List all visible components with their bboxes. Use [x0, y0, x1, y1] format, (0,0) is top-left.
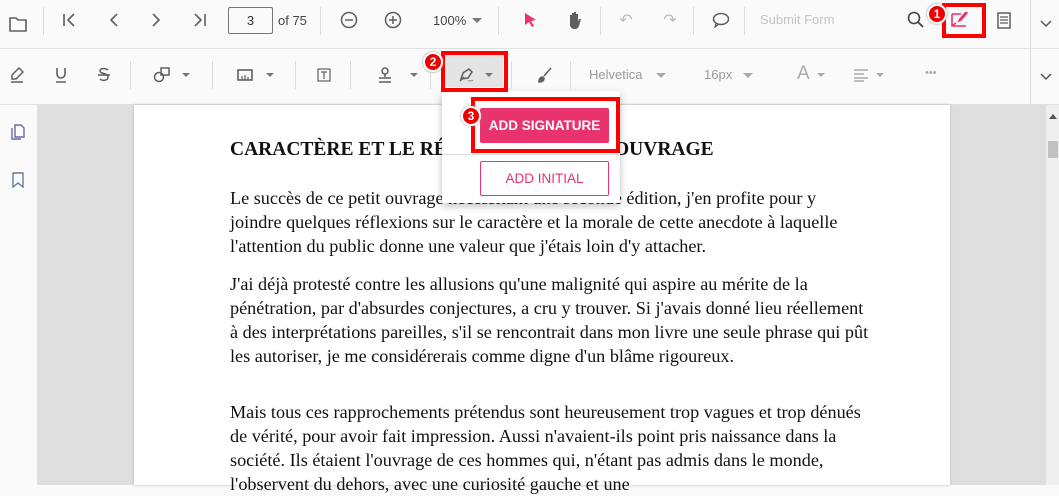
- divider: [43, 7, 44, 35]
- divider: [498, 7, 499, 35]
- vertical-scrollbar[interactable]: [1046, 105, 1059, 485]
- search-icon[interactable]: [904, 8, 928, 32]
- callout-box-3: [471, 97, 620, 153]
- strikethrough-icon[interactable]: [92, 63, 116, 87]
- scrollbar-thumb[interactable]: [1048, 141, 1058, 158]
- chapter-title: CARACTÈRE ET LE RÉ: [230, 139, 447, 160]
- divider: [442, 154, 620, 155]
- left-sidebar: [0, 105, 38, 485]
- bookmark-icon[interactable]: [6, 168, 30, 192]
- ink-brush-icon[interactable]: [533, 63, 557, 87]
- pan-hand-icon[interactable]: [563, 8, 587, 32]
- chevron-down-icon: [472, 18, 482, 23]
- text-align-icon[interactable]: [849, 63, 873, 87]
- chevron-down-icon[interactable]: [1034, 65, 1058, 89]
- redo-icon[interactable]: ↷: [658, 8, 682, 32]
- page-count: of 75: [278, 13, 307, 28]
- zoom-out-icon[interactable]: [337, 8, 361, 32]
- underline-icon[interactable]: [49, 63, 73, 87]
- paragraph: Mais tous ces rapprochements prétendus s…: [230, 402, 861, 494]
- divider: [1030, 0, 1031, 48]
- divider: [600, 7, 601, 35]
- callout-badge-1: 1: [927, 4, 947, 24]
- divider: [693, 7, 694, 35]
- shapes-icon[interactable]: [150, 63, 174, 87]
- caret-down-icon: [743, 73, 753, 78]
- caret-down-icon[interactable]: [182, 73, 190, 77]
- chevron-down-icon[interactable]: [1034, 12, 1058, 36]
- divider: [295, 61, 296, 89]
- stamp-icon[interactable]: [373, 63, 397, 87]
- caret-down-icon: [876, 73, 884, 77]
- font-size-dropdown[interactable]: 16px: [704, 67, 732, 82]
- zoom-level-dropdown[interactable]: 100%: [433, 13, 466, 28]
- submit-form-button[interactable]: Submit Form: [760, 12, 834, 27]
- callout-box-1: [942, 3, 986, 38]
- first-page-icon[interactable]: [57, 8, 81, 32]
- page-number-input[interactable]: 3: [228, 7, 273, 34]
- zoom-in-icon[interactable]: [381, 8, 405, 32]
- font-family-dropdown[interactable]: Helvetica: [589, 67, 642, 82]
- divider: [570, 61, 571, 89]
- callout-box-2: [441, 51, 508, 92]
- font-color-button[interactable]: A: [797, 63, 810, 85]
- caret-down-icon[interactable]: [266, 73, 274, 77]
- paragraph: J'ai déjà protesté contre les allusions …: [230, 274, 869, 366]
- add-initial-button[interactable]: ADD INITIAL: [480, 161, 609, 196]
- divider: [212, 61, 213, 89]
- highlight-icon[interactable]: [5, 63, 29, 87]
- callout-badge-3: 3: [461, 106, 481, 126]
- divider: [744, 7, 745, 35]
- last-page-icon[interactable]: [188, 8, 212, 32]
- divider: [130, 61, 131, 89]
- callout-badge-2: 2: [423, 52, 443, 72]
- free-text-icon[interactable]: [312, 63, 336, 87]
- next-page-icon[interactable]: [144, 8, 168, 32]
- caret-down-icon: [656, 73, 666, 78]
- undo-icon[interactable]: ↶: [614, 8, 638, 32]
- page-thumbnails-icon[interactable]: [6, 120, 30, 144]
- caret-down-icon: [817, 73, 825, 77]
- divider: [320, 7, 321, 35]
- divider: [350, 61, 351, 89]
- previous-page-icon[interactable]: [102, 8, 126, 32]
- calibrate-icon[interactable]: [233, 63, 257, 87]
- open-folder-icon[interactable]: [6, 12, 30, 36]
- scroll-up-arrow[interactable]: [1049, 114, 1057, 119]
- more-options-button[interactable]: •••: [925, 67, 937, 79]
- divider: [511, 61, 512, 89]
- comment-icon[interactable]: [709, 8, 733, 32]
- form-designer-icon[interactable]: [992, 8, 1016, 32]
- main-toolbar: 3 of 75 100% ↶ ↷ Submit Form: [0, 0, 1059, 49]
- divider: [1030, 49, 1031, 105]
- select-cursor-icon[interactable]: [518, 8, 542, 32]
- caret-down-icon[interactable]: [410, 73, 418, 77]
- chapter-title-end: OUVRAGE: [614, 139, 714, 160]
